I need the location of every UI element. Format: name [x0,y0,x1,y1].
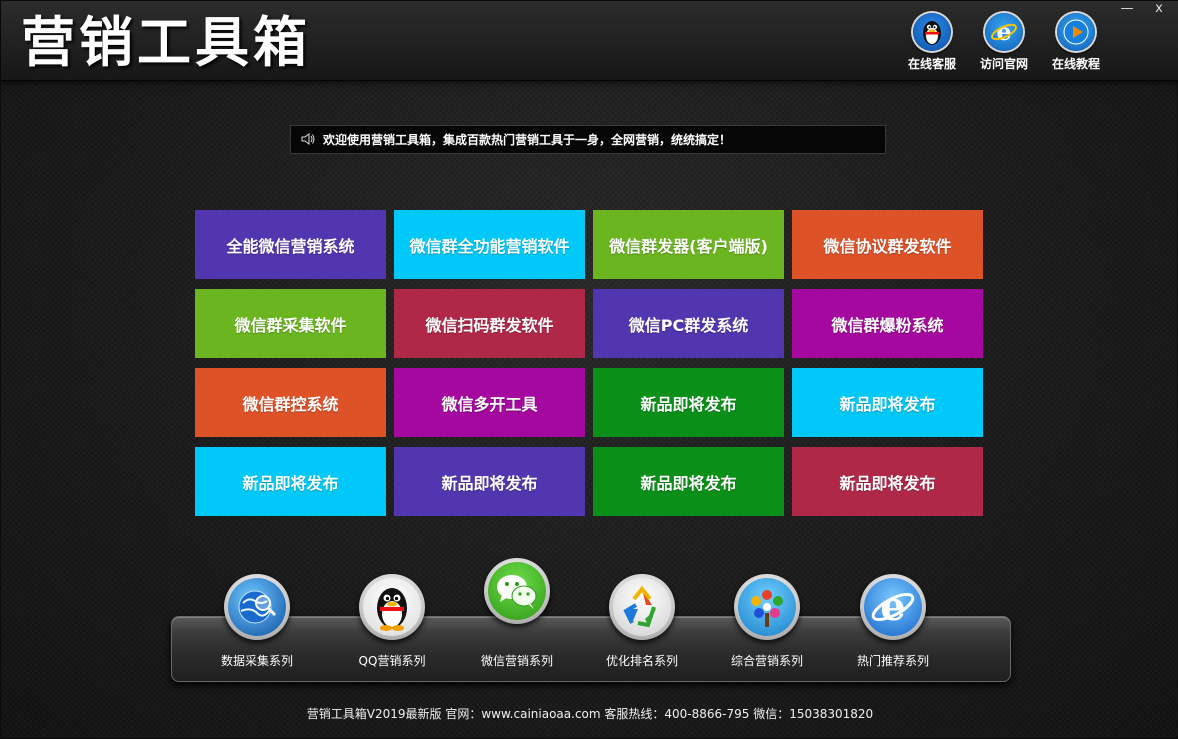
tile-wechat-protocol-group-sender[interactable]: 微信协议群发软件 [792,210,983,279]
dock-icon-frame [609,574,675,640]
tile-wechat-group-collector[interactable]: 微信群采集软件 [195,289,386,358]
svg-text:e: e [880,583,905,630]
tile-coming-soon[interactable]: 新品即将发布 [593,447,784,516]
tile-wechat-group-full-marketing[interactable]: 微信群全功能营销软件 [394,210,585,279]
tile-coming-soon[interactable]: 新品即将发布 [195,447,386,516]
visit-website-label: 访问官网 [979,57,1028,71]
dock-data-collection[interactable]: 数据采集系列 [197,574,317,669]
tile-coming-soon[interactable]: 新品即将发布 [792,447,983,516]
dock-hot-recommend[interactable]: e 热门推荐系列 [833,574,953,669]
tile-wechat-group-sender-client[interactable]: 微信群发器(客户端版) [593,210,784,279]
ie-browser-icon: e [864,578,922,636]
footer-info: 营销工具箱V2019最新版 官网：www.cainiaoaa.com 客服热线：… [306,707,874,721]
dock-label: 热门推荐系列 [856,654,929,668]
play-icon [1057,13,1095,51]
dock-icon-frame [359,574,425,640]
online-tutorial-label: 在线教程 [1051,57,1100,71]
dock-icon-frame [734,574,800,640]
qq-penguin-icon [913,13,951,51]
header-tools: 在线客服 e 访问官网 在线教程 [896,13,1112,72]
tool-tiles: 全能微信营销系统 微信群全功能营销软件 微信群发器(客户端版) 微信协议群发软件… [195,210,984,516]
dock-icon-frame: e [860,574,926,640]
tile-coming-soon[interactable]: 新品即将发布 [394,447,585,516]
tile-wechat-qr-group-sender[interactable]: 微信扫码群发软件 [394,289,585,358]
header-bar: 营销工具箱 在线客服 e 访问官网 在线教程 — x [1,1,1178,81]
dock-label: 优化排名系列 [605,654,678,668]
online-support-label: 在线客服 [907,57,956,71]
tile-coming-soon[interactable]: 新品即将发布 [792,368,983,437]
dock-label: 微信营销系列 [480,654,553,668]
online-tutorial-button[interactable]: 在线教程 [1040,13,1112,72]
social-tree-icon [738,578,796,636]
ie-browser-icon: e [985,13,1023,51]
minimize-button[interactable]: — [1113,1,1141,19]
tile-coming-soon[interactable]: 新品即将发布 [593,368,784,437]
notice-text: 欢迎使用营销工具箱，集成百款热门营销工具于一身，全网营销，统统搞定！ [323,133,732,147]
dock-label: QQ营销系列 [358,654,426,668]
speaker-icon [301,130,315,149]
window-controls: — x [1113,1,1173,19]
qq-penguin-icon [363,578,421,636]
globe-magnifier-icon [228,578,286,636]
close-button[interactable]: x [1145,1,1173,19]
tile-wechat-group-fan-booster[interactable]: 微信群爆粉系统 [792,289,983,358]
dock-icon-frame [484,558,550,624]
dock-wechat-marketing[interactable]: 微信营销系列 [457,558,577,669]
tile-wechat-multi-open[interactable]: 微信多开工具 [394,368,585,437]
dock-integrated-marketing[interactable]: 综合营销系列 [707,574,827,669]
online-support-button[interactable]: 在线客服 [896,13,968,72]
tile-all-in-one-wechat-marketing[interactable]: 全能微信营销系统 [195,210,386,279]
app-window: 营销工具箱 在线客服 e 访问官网 在线教程 — x 欢迎使用营销工具箱，集成百… [0,0,1178,739]
app-title: 营销工具箱 [21,10,311,74]
svg-text:e: e [996,18,1011,46]
dock-qq-marketing[interactable]: QQ营销系列 [332,574,452,669]
wechat-icon [488,562,546,620]
dock-seo-ranking[interactable]: 优化排名系列 [582,574,702,669]
dock-label: 数据采集系列 [220,654,293,668]
tile-wechat-pc-group-sender[interactable]: 微信PC群发系统 [593,289,784,358]
tile-wechat-group-control[interactable]: 微信群控系统 [195,368,386,437]
seo-recycle-icon [613,578,671,636]
notice-bar: 欢迎使用营销工具箱，集成百款热门营销工具于一身，全网营销，统统搞定！ [290,125,886,154]
visit-website-button[interactable]: e 访问官网 [968,13,1040,72]
dock-icon-frame [224,574,290,640]
dock-label: 综合营销系列 [730,654,803,668]
